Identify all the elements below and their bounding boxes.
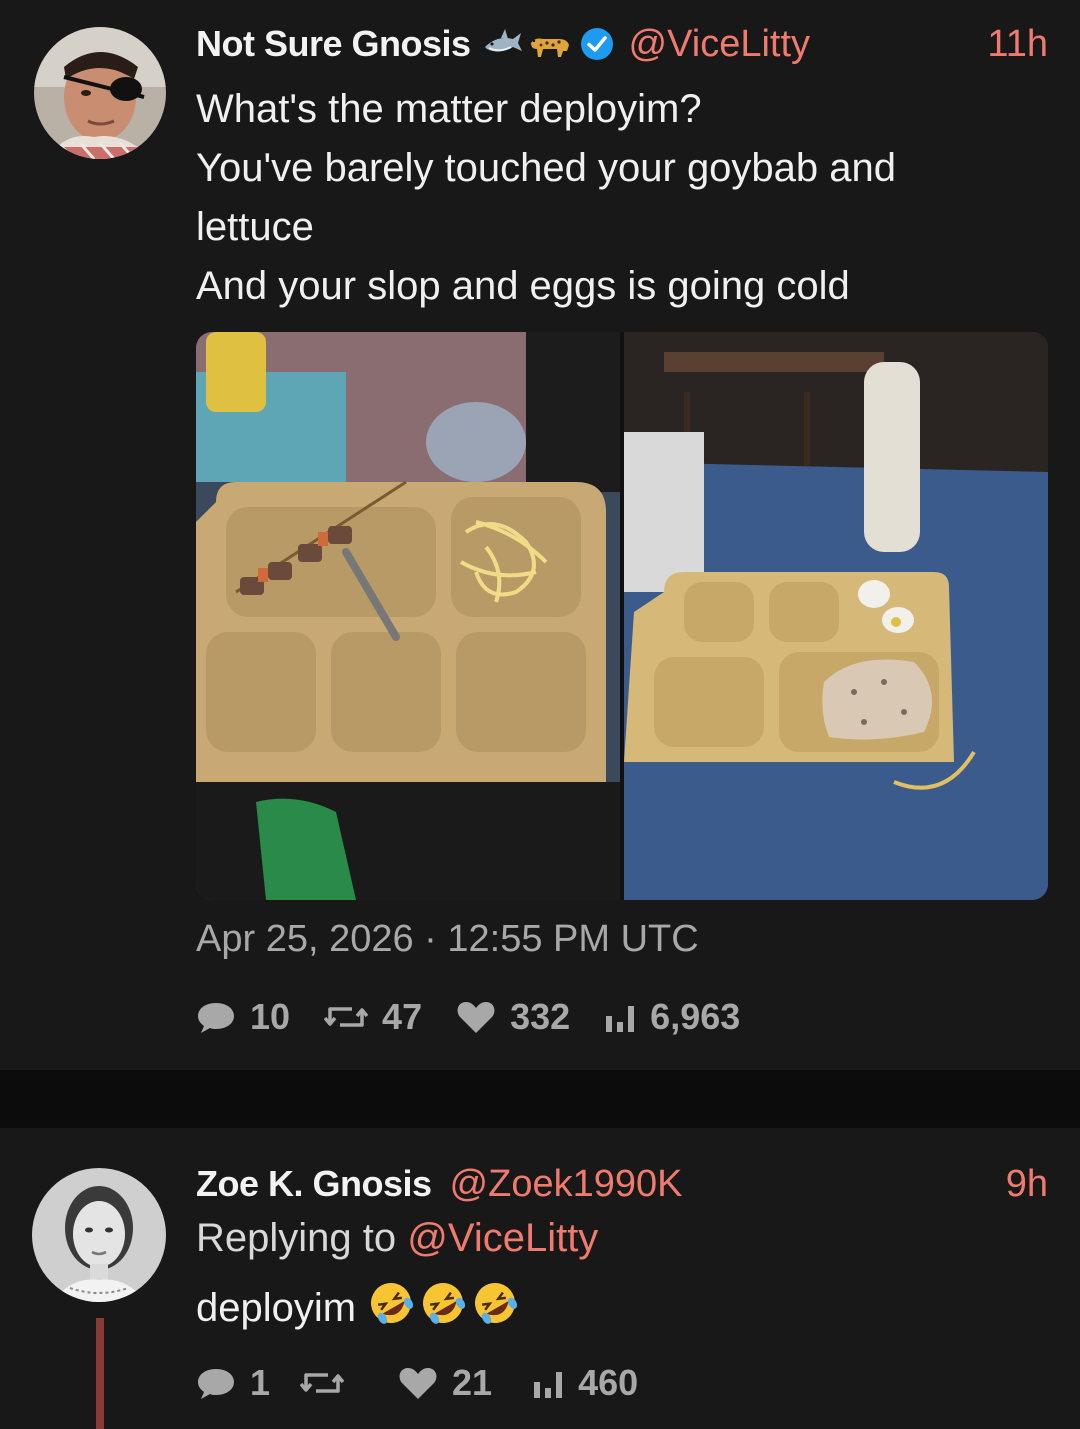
post-time[interactable]: 11h [987, 23, 1048, 66]
replying-label: Replying to [196, 1216, 397, 1260]
engagement-bar: 1 21 460 [196, 1362, 672, 1404]
engagement-bar: 10 47 332 6,963 [196, 996, 774, 1038]
author-line: Zoe K. Gnosis @Zoek1990K [196, 1160, 682, 1208]
avatar[interactable] [34, 27, 166, 159]
display-name[interactable]: Zoe K. Gnosis [196, 1163, 432, 1205]
view-count[interactable]: 460 [532, 1362, 638, 1404]
like-count-button[interactable]: 332 [456, 996, 570, 1038]
author-handle[interactable]: @Zoek1990K [450, 1163, 683, 1206]
leopard-emoji [527, 29, 571, 59]
avatar[interactable] [32, 1168, 166, 1302]
reply-count: 10 [250, 996, 291, 1037]
post-date: Apr 25, 2026 [196, 918, 414, 960]
heart-icon [457, 1002, 495, 1033]
post-body: deployim [196, 1280, 518, 1336]
reply-icon [198, 1003, 234, 1033]
heart-icon [399, 1368, 437, 1399]
author-handle[interactable]: @ViceLitty [629, 23, 811, 66]
post-text-line: What's the matter deployim? [196, 87, 702, 131]
repost-count-button[interactable] [300, 1367, 358, 1399]
rolling-on-floor-laughing-emoji [368, 1280, 414, 1336]
like-count: 332 [510, 996, 571, 1037]
display-name[interactable]: Not Sure Gnosis [196, 23, 471, 65]
reply-count-button[interactable]: 1 [196, 1362, 270, 1404]
repost-icon [324, 1007, 369, 1027]
verified-badge-icon [579, 26, 615, 62]
thread-line [96, 1318, 104, 1429]
reply-count: 1 [250, 1362, 271, 1403]
repost-count: 47 [382, 996, 423, 1037]
main-post[interactable]: Not Sure Gnosis @ViceLitty 11h What's th… [0, 0, 1080, 1070]
photo-tray-kebab-noodles[interactable] [196, 332, 620, 900]
post-text-line: deployim [196, 1285, 357, 1330]
views-count: 460 [578, 1362, 639, 1403]
reply-count-button[interactable]: 10 [196, 996, 290, 1038]
views-bar-chart-icon [534, 1372, 563, 1398]
like-count-button[interactable]: 21 [398, 1362, 492, 1404]
post-media[interactable] [196, 332, 1048, 900]
timestamp-separator: · [424, 918, 437, 960]
post-separator [0, 1070, 1080, 1128]
reply-icon [198, 1369, 234, 1399]
photo-tray-gravy-eggs[interactable] [624, 332, 1048, 900]
post-text-line: lettuce [196, 205, 314, 249]
like-count: 21 [452, 1362, 493, 1403]
views-count: 6,963 [650, 996, 741, 1037]
post-body: What's the matter deployim? You've barel… [196, 80, 1026, 316]
view-count[interactable]: 6,963 [604, 996, 740, 1038]
rolling-on-floor-laughing-emoji [472, 1280, 518, 1336]
repost-count-button[interactable]: 47 [324, 996, 422, 1038]
replying-mention-link[interactable]: @ViceLitty [407, 1216, 598, 1260]
views-bar-chart-icon [606, 1006, 635, 1032]
reply-post[interactable]: Zoe K. Gnosis @Zoek1990K 9h Replying to … [0, 1128, 1080, 1429]
post-time[interactable]: 9h [1006, 1163, 1048, 1206]
post-clock: 12:55 PM UTC [447, 918, 699, 960]
shark-emoji [483, 29, 523, 59]
post-text-line: You've barely touched your goybab and [196, 146, 897, 190]
author-line: Not Sure Gnosis @ViceLitty [196, 20, 810, 68]
rolling-on-floor-laughing-emoji [420, 1280, 466, 1336]
post-text-line: And your slop and eggs is going cold [196, 264, 850, 308]
replying-to-line: Replying to @ViceLitty [196, 1216, 598, 1261]
repost-icon [300, 1373, 345, 1393]
post-timestamp: Apr 25, 2026 · 12:55 PM UTC [196, 918, 699, 961]
